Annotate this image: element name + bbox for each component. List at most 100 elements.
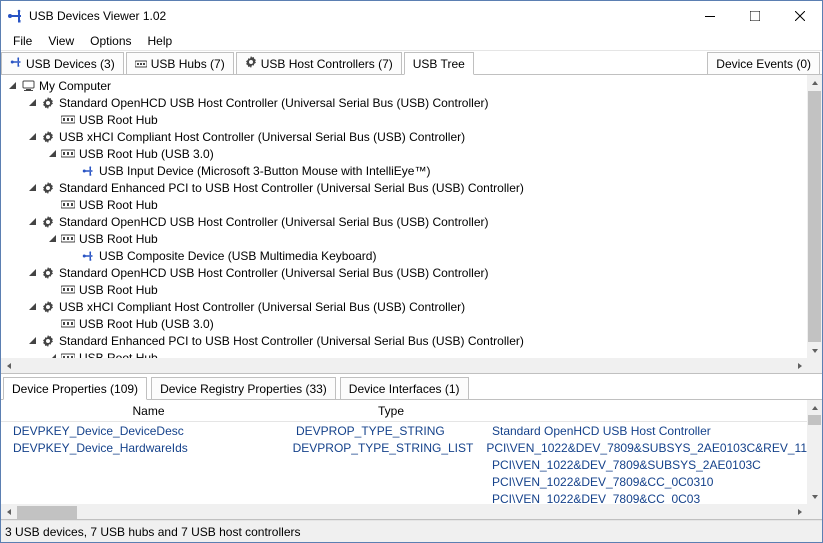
gear-icon bbox=[41, 97, 55, 109]
tree-node[interactable]: Standard OpenHCD USB Host Controller (Un… bbox=[7, 94, 803, 111]
grid-row[interactable]: DEVPKEY_Device_HardwareIdsDEVPROP_TYPE_S… bbox=[1, 439, 807, 456]
tree-caret-icon[interactable] bbox=[67, 251, 77, 261]
tree-node-label: Standard OpenHCD USB Host Controller (Un… bbox=[59, 215, 488, 229]
tree-caret-icon[interactable] bbox=[47, 115, 57, 125]
col-header-name[interactable]: Name bbox=[1, 404, 296, 418]
scroll-down-button[interactable] bbox=[807, 489, 822, 504]
tree-node[interactable]: Standard OpenHCD USB Host Controller (Un… bbox=[7, 264, 803, 281]
scroll-up-button[interactable] bbox=[807, 75, 822, 90]
tree-node-label: USB Root Hub bbox=[79, 113, 158, 127]
tree-caret-icon[interactable] bbox=[27, 132, 37, 142]
grid-row[interactable]: PCI\VEN_1022&DEV_7809&CC_0C03 bbox=[1, 490, 807, 504]
tab-device-properties[interactable]: Device Properties (109) bbox=[3, 377, 147, 400]
tree-caret-icon[interactable] bbox=[47, 200, 57, 210]
app-icon bbox=[7, 8, 23, 24]
tree-node[interactable]: USB Root Hub bbox=[7, 230, 803, 247]
cell-value: PCI\VEN_1022&DEV_7809&SUBSYS_2AE0103C bbox=[486, 458, 807, 472]
cell-type: DEVPROP_TYPE_STRING_LIST bbox=[293, 441, 481, 455]
window-title: USB Devices Viewer 1.02 bbox=[29, 9, 687, 23]
scroll-thumb[interactable] bbox=[808, 415, 821, 425]
grid-vertical-scrollbar[interactable] bbox=[807, 400, 822, 504]
grid-row[interactable]: PCI\VEN_1022&DEV_7809&CC_0C0310 bbox=[1, 473, 807, 490]
tree-node-label: USB xHCI Compliant Host Controller (Univ… bbox=[59, 130, 465, 144]
scroll-thumb[interactable] bbox=[17, 506, 77, 519]
cell-name: DEVPKEY_Device_HardwareIds bbox=[1, 441, 293, 455]
tree-node[interactable]: My Computer bbox=[7, 77, 803, 94]
cell-value: Standard OpenHCD USB Host Controller bbox=[486, 424, 807, 438]
scroll-up-button[interactable] bbox=[807, 400, 822, 415]
hub-icon bbox=[61, 115, 75, 124]
tree-node[interactable]: USB Root Hub bbox=[7, 196, 803, 213]
vertical-scrollbar[interactable] bbox=[807, 75, 822, 358]
tab-usb-devices[interactable]: USB Devices (3) bbox=[1, 52, 124, 74]
tree-caret-icon[interactable] bbox=[47, 234, 57, 244]
tree-node-label: Standard Enhanced PCI to USB Host Contro… bbox=[59, 181, 524, 195]
gear-icon bbox=[41, 182, 55, 194]
tree-node[interactable]: USB Root Hub bbox=[7, 111, 803, 128]
tree-caret-icon[interactable] bbox=[27, 268, 37, 278]
tree-caret-icon[interactable] bbox=[47, 285, 57, 295]
tree-node[interactable]: USB xHCI Compliant Host Controller (Univ… bbox=[7, 128, 803, 145]
tab-usb-controllers[interactable]: USB Host Controllers (7) bbox=[236, 52, 402, 74]
tab-label: Device Interfaces (1) bbox=[349, 382, 460, 396]
tab-device-interfaces[interactable]: Device Interfaces (1) bbox=[340, 377, 469, 399]
tree-node[interactable]: USB Input Device (Microsoft 3-Button Mou… bbox=[7, 162, 803, 179]
menu-view[interactable]: View bbox=[40, 32, 82, 50]
minimize-button[interactable] bbox=[687, 1, 732, 31]
tree-caret-icon[interactable] bbox=[67, 166, 77, 176]
tab-usb-tree[interactable]: USB Tree bbox=[404, 52, 474, 75]
grid-row[interactable]: DEVPKEY_Device_DeviceDescDEVPROP_TYPE_ST… bbox=[1, 422, 807, 439]
tree-caret-icon[interactable] bbox=[7, 81, 17, 91]
tree-node[interactable]: Standard Enhanced PCI to USB Host Contro… bbox=[7, 179, 803, 196]
tree-node[interactable]: USB Composite Device (USB Multimedia Key… bbox=[7, 247, 803, 264]
property-grid: Name Type DEVPKEY_Device_DeviceDescDEVPR… bbox=[1, 400, 822, 520]
tree-caret-icon[interactable] bbox=[27, 98, 37, 108]
tree-node-label: USB Input Device (Microsoft 3-Button Mou… bbox=[99, 164, 430, 178]
tab-usb-hubs[interactable]: USB Hubs (7) bbox=[126, 52, 234, 74]
tree-node[interactable]: USB Root Hub bbox=[7, 281, 803, 298]
cell-name: DEVPKEY_Device_DeviceDesc bbox=[1, 424, 296, 438]
menu-file[interactable]: File bbox=[5, 32, 40, 50]
scroll-right-button[interactable] bbox=[792, 504, 807, 519]
grid-horizontal-scrollbar[interactable] bbox=[1, 504, 807, 519]
horizontal-scrollbar[interactable] bbox=[1, 358, 807, 373]
close-button[interactable] bbox=[777, 1, 822, 31]
tree-node[interactable]: Standard Enhanced PCI to USB Host Contro… bbox=[7, 332, 803, 349]
col-header-type[interactable]: Type bbox=[296, 404, 486, 418]
scroll-down-button[interactable] bbox=[807, 343, 822, 358]
tree-pane: My Computer Standard OpenHCD USB Host Con… bbox=[1, 75, 822, 374]
tree-caret-icon[interactable] bbox=[27, 217, 37, 227]
cell-value: PCI\VEN_1022&DEV_7809&CC_0C03 bbox=[486, 492, 807, 505]
tree-node[interactable]: Standard OpenHCD USB Host Controller (Un… bbox=[7, 213, 803, 230]
tree-caret-icon[interactable] bbox=[27, 336, 37, 346]
grid-row[interactable]: PCI\VEN_1022&DEV_7809&SUBSYS_2AE0103C bbox=[1, 456, 807, 473]
scroll-left-button[interactable] bbox=[1, 358, 16, 373]
hub-icon bbox=[61, 319, 75, 328]
computer-icon bbox=[21, 80, 35, 92]
tree-caret-icon[interactable] bbox=[47, 319, 57, 329]
cell-type: DEVPROP_TYPE_STRING bbox=[296, 424, 486, 438]
tree-node-label: Standard OpenHCD USB Host Controller (Un… bbox=[59, 96, 488, 110]
menu-help[interactable]: Help bbox=[140, 32, 181, 50]
tab-label: USB Hubs (7) bbox=[151, 57, 225, 71]
tree-node-label: USB Root Hub (USB 3.0) bbox=[79, 317, 214, 331]
hub-icon bbox=[61, 234, 75, 243]
tab-label: USB Host Controllers (7) bbox=[261, 57, 393, 71]
tree-caret-icon[interactable] bbox=[47, 149, 57, 159]
tree-caret-icon[interactable] bbox=[27, 302, 37, 312]
scroll-thumb[interactable] bbox=[808, 91, 821, 342]
gear-icon bbox=[41, 301, 55, 313]
tree-node[interactable]: USB Root Hub (USB 3.0) bbox=[7, 145, 803, 162]
tree-node[interactable]: USB Root Hub bbox=[7, 349, 803, 358]
gear-icon bbox=[41, 335, 55, 347]
tree-node[interactable]: USB xHCI Compliant Host Controller (Univ… bbox=[7, 298, 803, 315]
tree-caret-icon[interactable] bbox=[27, 183, 37, 193]
tree-node[interactable]: USB Root Hub (USB 3.0) bbox=[7, 315, 803, 332]
scroll-right-button[interactable] bbox=[792, 358, 807, 373]
gear-icon bbox=[41, 216, 55, 228]
scroll-left-button[interactable] bbox=[1, 504, 16, 519]
tab-device-events[interactable]: Device Events (0) bbox=[707, 52, 820, 74]
maximize-button[interactable] bbox=[732, 1, 777, 31]
tab-device-registry[interactable]: Device Registry Properties (33) bbox=[151, 377, 336, 399]
menu-options[interactable]: Options bbox=[82, 32, 139, 50]
